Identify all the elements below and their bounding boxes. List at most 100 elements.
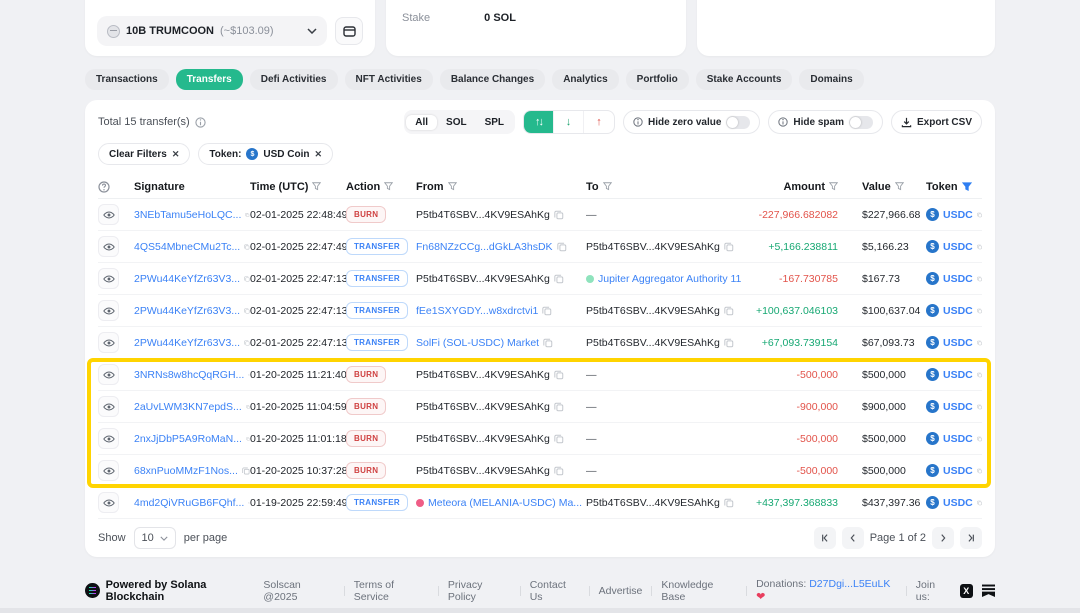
footer-link-privacy-policy[interactable]: Privacy Policy — [448, 579, 511, 603]
view-card-button[interactable] — [335, 17, 363, 45]
signature-link[interactable]: 4QS54MbneCMu2Tc... — [134, 241, 240, 253]
address-link[interactable]: Fn68NZzCCg...dGkLA3hsDK — [416, 241, 553, 253]
filter-all[interactable]: All — [406, 114, 438, 130]
copy-icon[interactable] — [976, 434, 982, 444]
close-icon[interactable]: ✕ — [315, 149, 323, 160]
next-page-button[interactable] — [932, 527, 954, 549]
copy-icon[interactable] — [724, 242, 734, 252]
sort-asc-button[interactable]: ↑ — [584, 111, 614, 133]
token-link[interactable]: USDC — [943, 401, 973, 413]
preview-button[interactable] — [98, 332, 119, 353]
preview-button[interactable] — [98, 492, 119, 513]
tab-nft-activities[interactable]: NFT Activities — [344, 69, 433, 90]
hide-spam-toggle[interactable]: Hide spam — [768, 110, 883, 134]
signature-link[interactable]: 4md2QiVRuGB6FQhf... — [134, 497, 244, 509]
copy-icon[interactable] — [976, 370, 982, 380]
copy-icon[interactable] — [554, 370, 564, 380]
hide-zero-value-toggle[interactable]: Hide zero value — [623, 110, 761, 134]
export-csv-button[interactable]: Export CSV — [890, 110, 982, 134]
filter-spl[interactable]: SPL — [476, 115, 513, 130]
filter-icon[interactable] — [894, 182, 904, 191]
preview-button[interactable] — [98, 268, 119, 289]
copy-icon[interactable] — [976, 274, 982, 284]
token-link[interactable]: USDC — [943, 433, 973, 445]
tab-defi-activities[interactable]: Defi Activities — [249, 69, 338, 90]
prev-page-button[interactable] — [841, 527, 864, 549]
copy-icon[interactable] — [976, 242, 982, 252]
x-twitter-icon[interactable]: X — [959, 583, 974, 598]
copy-icon[interactable] — [976, 402, 982, 412]
token-link[interactable]: USDC — [943, 465, 973, 477]
preview-button[interactable] — [98, 460, 119, 481]
tab-analytics[interactable]: Analytics — [552, 69, 619, 90]
signature-link[interactable]: 68xnPuoMMzF1Nos... — [134, 465, 238, 477]
address-link[interactable]: Meteora (MELANIA-USDC) Ma... — [428, 497, 582, 509]
copy-icon[interactable] — [976, 210, 982, 220]
copy-icon[interactable] — [242, 466, 250, 476]
copy-icon[interactable] — [556, 242, 567, 252]
preview-button[interactable] — [98, 428, 119, 449]
tab-transactions[interactable]: Transactions — [85, 69, 169, 90]
signature-link[interactable]: 3NRNs8w8hcQqRGH... — [134, 369, 244, 381]
filter-icon[interactable] — [384, 182, 394, 191]
copy-icon[interactable] — [724, 338, 734, 348]
copy-icon[interactable] — [554, 466, 564, 476]
page-size-select[interactable]: 10 — [133, 527, 176, 549]
footer-link-knowledge-base[interactable]: Knowledge Base — [661, 579, 737, 603]
tab-stake-accounts[interactable]: Stake Accounts — [695, 69, 793, 90]
clear-filters-chip[interactable]: Clear Filters ✕ — [98, 143, 191, 165]
address-link[interactable]: SolFi (SOL-USDC) Market — [416, 337, 539, 349]
hide-spam-switch[interactable] — [848, 115, 873, 129]
copy-icon[interactable] — [554, 434, 564, 444]
copy-icon[interactable] — [554, 274, 564, 284]
token-link[interactable]: USDC — [943, 369, 973, 381]
close-icon[interactable]: ✕ — [172, 149, 180, 160]
preview-button[interactable] — [98, 300, 119, 321]
copy-icon[interactable] — [724, 306, 734, 316]
footer-link-solscan-2025[interactable]: Solscan @2025 — [263, 579, 334, 603]
signature-link[interactable]: 2PWu44KeYfZr63V3... — [134, 273, 240, 285]
filter-icon[interactable] — [829, 182, 838, 191]
token-link[interactable]: USDC — [943, 497, 973, 509]
filter-sol[interactable]: SOL — [437, 115, 476, 130]
tab-domains[interactable]: Domains — [799, 69, 864, 90]
signature-link[interactable]: 2PWu44KeYfZr63V3... — [134, 305, 240, 317]
filter-icon[interactable] — [602, 182, 612, 191]
preview-button[interactable] — [98, 236, 119, 257]
signature-link[interactable]: 2PWu44KeYfZr63V3... — [134, 337, 240, 349]
footer-link-contact-us[interactable]: Contact Us — [530, 579, 580, 603]
footer-link-advertise[interactable]: Advertise — [599, 585, 643, 597]
signature-link[interactable]: 2nxJjDbP5A9RoMaN... — [134, 433, 242, 445]
donations-address-link[interactable]: D27Dgi...L5EuLK — [809, 578, 890, 590]
token-filter-chip[interactable]: Token: $ USD Coin ✕ — [198, 143, 334, 165]
token-link[interactable]: USDC — [943, 241, 973, 253]
last-page-button[interactable] — [960, 527, 982, 549]
signature-link[interactable]: 2aUvLWM3KN7epdS... — [134, 401, 242, 413]
token-link[interactable]: USDC — [943, 273, 973, 285]
tab-transfers[interactable]: Transfers — [175, 69, 243, 90]
preview-button[interactable] — [98, 396, 119, 417]
token-link[interactable]: USDC — [943, 209, 973, 221]
token-account-select[interactable]: 10B TRUMCOON (~$103.09) — [97, 16, 327, 46]
filter-icon[interactable] — [312, 182, 322, 191]
hide-zero-value-switch[interactable] — [726, 115, 751, 129]
copy-icon[interactable] — [542, 306, 552, 316]
copy-icon[interactable] — [976, 498, 982, 508]
filter-icon[interactable] — [447, 182, 457, 191]
copy-icon[interactable] — [976, 338, 982, 348]
sort-both-button[interactable]: ↑↓ — [524, 111, 555, 133]
preview-button[interactable] — [98, 364, 119, 385]
token-link[interactable]: USDC — [943, 337, 973, 349]
copy-icon[interactable] — [554, 402, 564, 412]
copy-icon[interactable] — [724, 498, 734, 508]
signature-link[interactable]: 3NEbTamu5eHoLQC... — [134, 209, 241, 221]
token-link[interactable]: USDC — [943, 305, 973, 317]
copy-icon[interactable] — [543, 338, 553, 348]
substack-icon[interactable] — [982, 584, 996, 597]
copy-icon[interactable] — [554, 210, 564, 220]
copy-icon[interactable] — [976, 466, 982, 476]
tab-portfolio[interactable]: Portfolio — [625, 69, 689, 90]
copy-icon[interactable] — [976, 306, 982, 316]
sort-desc-button[interactable]: ↓ — [554, 111, 585, 133]
filter-icon-active[interactable] — [961, 181, 972, 192]
